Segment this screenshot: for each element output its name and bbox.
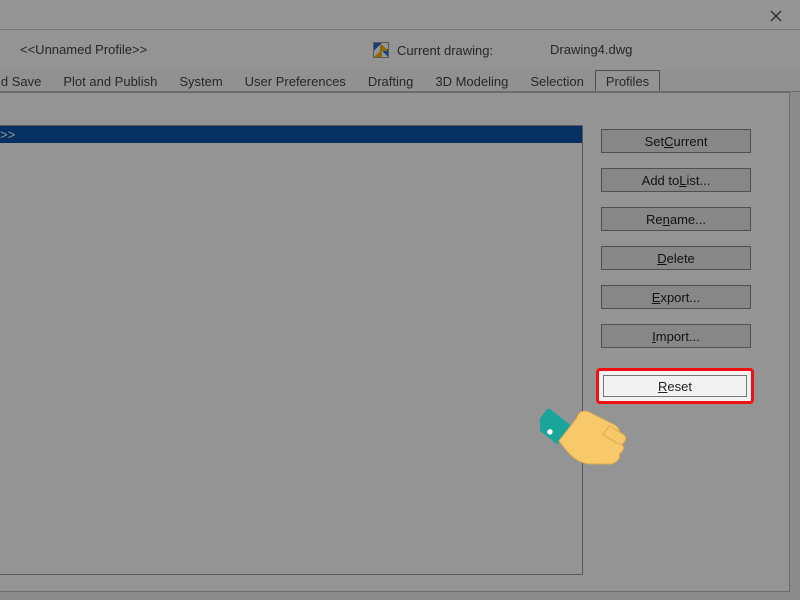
tab-open-and-save[interactable]: Open and Save: [0, 70, 52, 91]
tab-plot-and-publish[interactable]: Plot and Publish: [52, 70, 168, 91]
delete-button[interactable]: Delete: [601, 246, 751, 270]
import-button[interactable]: Import...: [601, 324, 751, 348]
tab-profiles[interactable]: Profiles: [595, 70, 660, 91]
export-button[interactable]: Export...: [601, 285, 751, 309]
current-profile-bar: <<Unnamed Profile>> Current drawing: Dra…: [0, 30, 800, 70]
profiles-panel: le>> Set Current Add to List... Rename..…: [0, 92, 790, 592]
set-current-button[interactable]: Set Current: [601, 129, 751, 153]
pointing-hand-icon: [540, 380, 630, 470]
tab-drafting[interactable]: Drafting: [357, 70, 425, 91]
profiles-list[interactable]: le>>: [0, 125, 583, 575]
tab-user-preferences[interactable]: User Preferences: [234, 70, 357, 91]
current-profile-value: <<Unnamed Profile>>: [20, 42, 147, 57]
title-bar: [0, 0, 800, 30]
current-drawing-label: Current drawing:: [397, 43, 493, 58]
rename-button[interactable]: Rename...: [601, 207, 751, 231]
tab-system[interactable]: System: [168, 70, 233, 91]
list-item[interactable]: le>>: [0, 126, 582, 143]
tab-3d-modeling[interactable]: 3D Modeling: [424, 70, 519, 91]
add-to-list-button[interactable]: Add to List...: [601, 168, 751, 192]
dwg-file-icon: [373, 42, 389, 58]
close-icon[interactable]: [762, 6, 790, 26]
current-drawing-file: Drawing4.dwg: [550, 42, 632, 57]
profile-buttons: Set Current Add to List... Rename... Del…: [601, 129, 751, 348]
tab-selection[interactable]: Selection: [519, 70, 594, 91]
options-tabs: Open and Save Plot and Publish System Us…: [0, 70, 800, 92]
